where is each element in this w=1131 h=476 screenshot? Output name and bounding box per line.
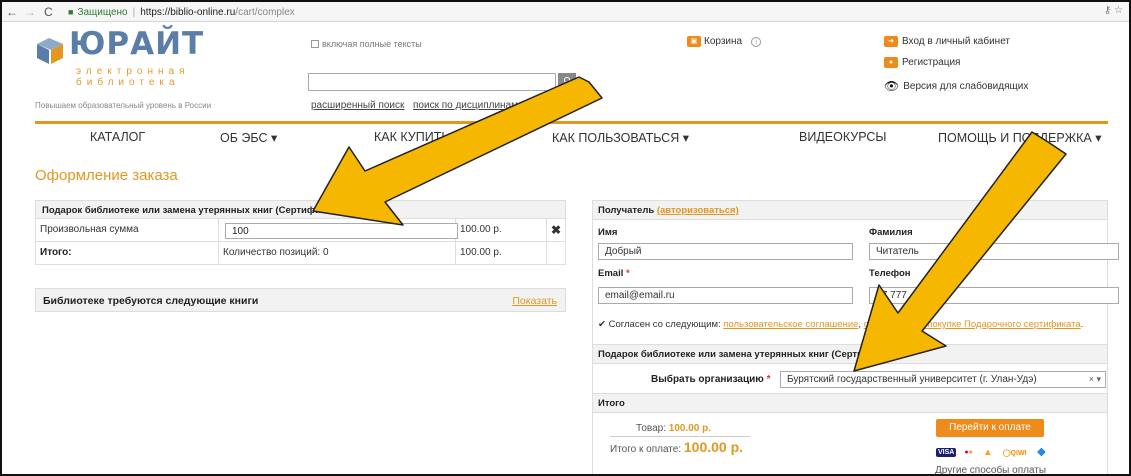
bookmark-star-icon[interactable]: ⚷ ☆ (1104, 5, 1123, 16)
page-title: Оформление заказа (35, 167, 178, 184)
mastercard-icon: ●● (964, 449, 973, 456)
authorize-link[interactable]: (авторизоваться) (657, 205, 739, 216)
secure-label: Защищено (77, 6, 128, 18)
row-label: Произвольная сумма (36, 219, 219, 241)
certificate-section-heading: Подарок библиотеке или замена утерянных … (593, 344, 1107, 364)
checked-icon[interactable]: ✔ (598, 319, 606, 330)
forward-icon[interactable]: → (24, 5, 36, 19)
webmoney-icon: ❖ (1036, 447, 1047, 459)
checkbox-icon[interactable] (311, 40, 319, 48)
certificate-table: Подарок библиотеке или замена утерянных … (35, 200, 566, 265)
menu-how-use[interactable]: КАК ПОЛЬЗОВАТЬСЯ ▾ (552, 130, 689, 145)
to-pay-total: Итого к оплате: 100.00 р. (610, 439, 744, 455)
table-row: Произвольная сумма 100.00 р. ✖ (35, 219, 566, 242)
register-label: Регистрация (902, 57, 961, 68)
register-link[interactable]: ● Регистрация (884, 57, 960, 68)
screenshot-frame: ← → C ■ Защищено | https://biblio-online… (0, 0, 1131, 476)
cart-link[interactable]: ▣ Корзина i (687, 36, 762, 47)
amount-input[interactable] (225, 223, 458, 239)
login-icon: ➜ (884, 36, 898, 47)
certificate-table-heading: Подарок библиотеке или замена утерянных … (35, 200, 566, 219)
address-bar[interactable]: ■ Защищено | https://biblio-online.ru/ca… (68, 4, 1098, 20)
email-label: Email * (598, 268, 630, 279)
eye-icon: 👁 (884, 79, 900, 93)
info-icon[interactable]: i (751, 36, 762, 47)
recipient-heading: Получатель (авторизоваться) (593, 201, 1107, 220)
qiwi-icon: ◯QIWI (1002, 449, 1027, 457)
books-needed-heading: Библиотеке требуются следующие книги (43, 295, 259, 307)
header-divider (35, 121, 1108, 124)
fulltext-checkbox[interactable]: включая полные тексты (311, 39, 422, 49)
last-name-field[interactable] (869, 243, 1119, 260)
menu-how-buy[interactable]: КАК КУПИТЬ (374, 130, 450, 144)
organization-value: Бурятский государственный университет (г… (787, 374, 1037, 385)
search-icon: ⚲ (562, 76, 572, 88)
url-path: /cart/complex (235, 6, 295, 18)
menu-about[interactable]: ОБ ЭБС ▾ (220, 130, 277, 145)
first-name-label: Имя (598, 227, 618, 238)
visa-icon: VISA (936, 448, 957, 457)
browser-toolbar: ← → C ■ Защищено | https://biblio-online… (2, 2, 1129, 22)
url-host: https://biblio-online.ru (140, 6, 236, 18)
logo-subtitle-2: библиотека (76, 77, 180, 88)
phone-field[interactable] (869, 287, 1119, 304)
remove-icon[interactable]: ✖ (547, 219, 567, 241)
fulltext-label: включая полные тексты (322, 39, 422, 49)
total-label: Итого: (36, 242, 219, 264)
login-label: Вход в личный кабинет (902, 36, 1010, 47)
low-vision-link[interactable]: 👁 Версия для слабовидящих (884, 79, 1028, 93)
row-price: 100.00 р. (456, 219, 547, 241)
main-menu: КАТАЛОГ ОБ ЭБС ▾ КАК КУПИТЬ КАК ПОЛЬЗОВА… (35, 125, 1108, 147)
certificate-agreement-link[interactable]: соглашение о покупке Подарочного сертифи… (864, 319, 1081, 330)
books-needed-panel: Библиотеке требуются следующие книги Пок… (35, 288, 566, 312)
agreement-text: Согласен со следующим: (608, 319, 721, 330)
advanced-search-link[interactable]: расширенный поиск (311, 100, 404, 111)
login-link[interactable]: ➜ Вход в личный кабинет (884, 36, 1010, 47)
logo-book-icon (37, 38, 63, 64)
search-button[interactable]: ⚲ (558, 73, 576, 91)
phone-label: Телефон (869, 268, 911, 279)
first-name-field[interactable] (598, 243, 853, 260)
search-input[interactable] (308, 73, 556, 91)
divider (610, 436, 750, 437)
last-name-label: Фамилия (869, 227, 913, 238)
register-icon: ● (884, 57, 898, 68)
logo-text[interactable]: ЮРАЙТ (69, 26, 204, 62)
yandex-money-icon: ▲ (982, 447, 993, 458)
clear-dropdown-icon[interactable]: × ▾ (1089, 372, 1101, 387)
total-price: 100.00 р. (456, 242, 547, 264)
pay-button[interactable]: Перейти к оплате (936, 419, 1044, 437)
menu-catalog[interactable]: КАТАЛОГ (90, 130, 145, 144)
menu-videos[interactable]: ВИДЕОКУРСЫ (799, 130, 887, 144)
tagline: Повышаем образовательный уровень в Росси… (35, 101, 212, 110)
email-field[interactable] (598, 287, 853, 304)
org-label: Выбрать организацию * (651, 374, 771, 385)
total-heading: Итого (593, 393, 1107, 413)
show-link[interactable]: Показать (512, 295, 557, 307)
user-agreement-link[interactable]: пользовательское соглашение (723, 319, 858, 330)
agreement-checkbox[interactable]: ✔ Согласен со следующим: пользовательско… (598, 319, 1083, 330)
other-payment-text: Другие способы оплаты (935, 465, 1047, 476)
payment-methods: VISA ●● ▲ ◯QIWI ❖ (936, 445, 1048, 460)
menu-help[interactable]: ПОМОЩЬ И ПОДДЕРЖКА ▾ (938, 130, 1102, 145)
table-row-total: Итого: Количество позиций: 0 100.00 р. (35, 242, 566, 265)
discipline-search-link[interactable]: поиск по дисциплинам (413, 100, 518, 111)
low-vision-label: Версия для слабовидящих (903, 80, 1029, 92)
back-icon[interactable]: ← (6, 5, 18, 19)
recipient-panel: Получатель (авторизоваться) Имя Фамилия … (592, 200, 1119, 476)
item-count: Количество позиций: 0 (219, 242, 456, 264)
goods-total: Товар: 100.00 р. (636, 423, 712, 434)
cart-label: Корзина (704, 36, 743, 47)
lock-icon: ■ (68, 7, 74, 17)
logo-subtitle-1: электронная (76, 66, 190, 77)
recipient-label: Получатель (598, 205, 655, 216)
cart-icon: ▣ (687, 36, 701, 47)
organization-select[interactable]: Бурятский государственный университет (г… (780, 371, 1106, 388)
reload-icon[interactable]: C (44, 5, 53, 19)
